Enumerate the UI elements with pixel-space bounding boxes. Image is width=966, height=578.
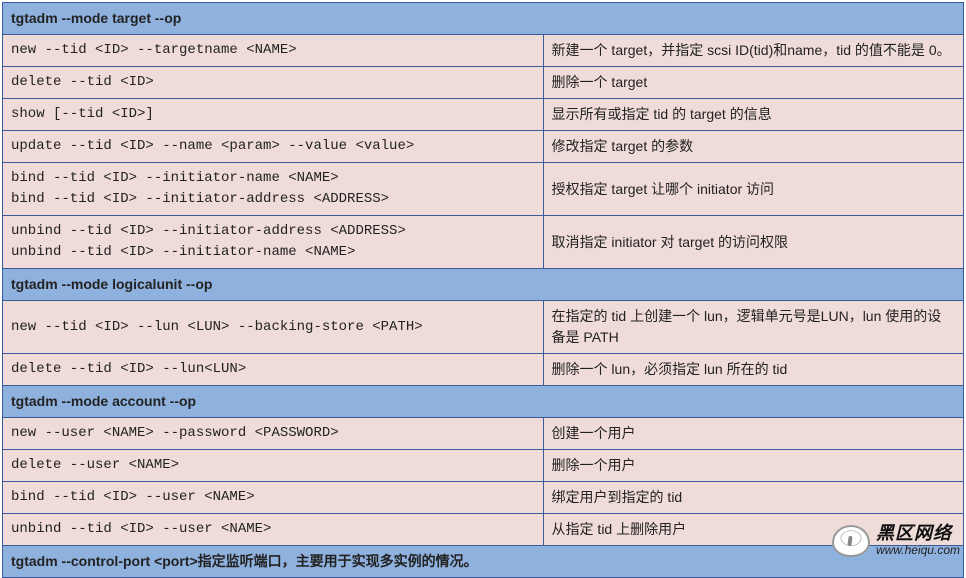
command-cell: new --user <NAME> --password <PASSWORD>: [3, 418, 544, 450]
command-cell: delete --user <NAME>: [3, 450, 544, 482]
section-header: tgtadm --mode target --op: [3, 3, 964, 35]
command-cell: new --tid <ID> --lun <LUN> --backing-sto…: [3, 301, 544, 354]
description-cell: 删除一个用户: [543, 450, 963, 482]
section-header: tgtadm --mode logicalunit --op: [3, 269, 964, 301]
description-cell: 创建一个用户: [543, 418, 963, 450]
table-row: new --tid <ID> --targetname <NAME>新建一个 t…: [3, 35, 964, 67]
table-row: bind --tid <ID> --user <NAME>绑定用户到指定的 ti…: [3, 482, 964, 514]
table-row: new --tid <ID> --lun <LUN> --backing-sto…: [3, 301, 964, 354]
command-cell: new --tid <ID> --targetname <NAME>: [3, 35, 544, 67]
table-row: bind --tid <ID> --initiator-name <NAME> …: [3, 163, 964, 216]
description-cell: 授权指定 target 让哪个 initiator 访问: [543, 163, 963, 216]
section-header: tgtadm --mode account --op: [3, 386, 964, 418]
command-cell: delete --tid <ID> --lun<LUN>: [3, 354, 544, 386]
table-row: new --user <NAME> --password <PASSWORD>创…: [3, 418, 964, 450]
command-cell: bind --tid <ID> --initiator-name <NAME> …: [3, 163, 544, 216]
command-cell: unbind --tid <ID> --initiator-address <A…: [3, 216, 544, 269]
table-row: update --tid <ID> --name <param> --value…: [3, 131, 964, 163]
description-cell: 绑定用户到指定的 tid: [543, 482, 963, 514]
description-cell: 删除一个 target: [543, 67, 963, 99]
command-cell: unbind --tid <ID> --user <NAME>: [3, 514, 544, 546]
description-cell: 取消指定 initiator 对 target 的访问权限: [543, 216, 963, 269]
command-reference-table: tgtadm --mode target --opnew --tid <ID> …: [2, 2, 964, 578]
description-cell: 显示所有或指定 tid 的 target 的信息: [543, 99, 963, 131]
table-row: delete --tid <ID> --lun<LUN>删除一个 lun，必须指…: [3, 354, 964, 386]
command-cell: update --tid <ID> --name <param> --value…: [3, 131, 544, 163]
description-cell: 修改指定 target 的参数: [543, 131, 963, 163]
description-cell: 删除一个 lun，必须指定 lun 所在的 tid: [543, 354, 963, 386]
command-cell: show [--tid <ID>]: [3, 99, 544, 131]
description-cell: 在指定的 tid 上创建一个 lun，逻辑单元号是LUN，lun 使用的设备是 …: [543, 301, 963, 354]
description-cell: 从指定 tid 上删除用户: [543, 514, 963, 546]
table-row: unbind --tid <ID> --user <NAME>从指定 tid 上…: [3, 514, 964, 546]
footer-row: tgtadm --control-port <port>指定监听端口，主要用于实…: [3, 546, 964, 578]
table-row: delete --tid <ID>删除一个 target: [3, 67, 964, 99]
description-cell: 新建一个 target，并指定 scsi ID(tid)和name，tid 的值…: [543, 35, 963, 67]
table-row: show [--tid <ID>]显示所有或指定 tid 的 target 的信…: [3, 99, 964, 131]
table-row: unbind --tid <ID> --initiator-address <A…: [3, 216, 964, 269]
command-cell: bind --tid <ID> --user <NAME>: [3, 482, 544, 514]
table-row: delete --user <NAME>删除一个用户: [3, 450, 964, 482]
command-cell: delete --tid <ID>: [3, 67, 544, 99]
